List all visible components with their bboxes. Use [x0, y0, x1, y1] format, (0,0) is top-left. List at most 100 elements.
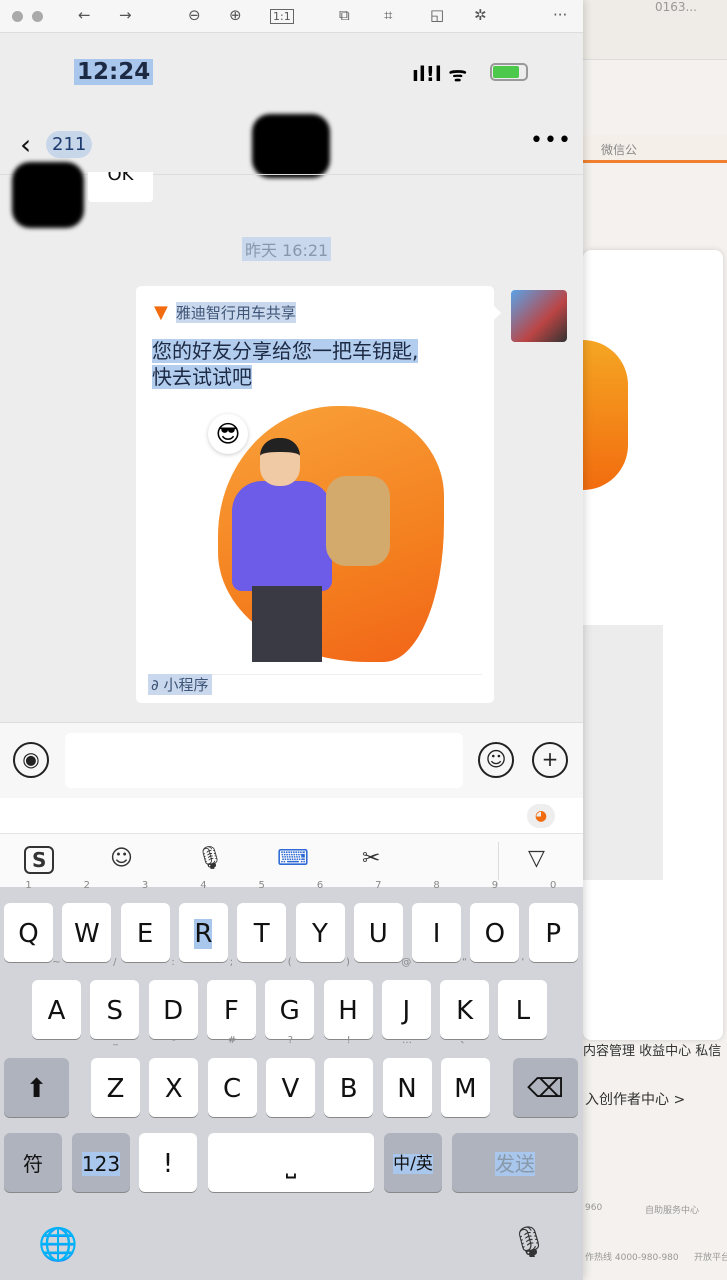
key-hint: 0 [550, 880, 557, 891]
emoji-panel-icon[interactable]: ☺ [110, 846, 133, 871]
zoom-in-icon[interactable]: ⊕ [229, 6, 242, 24]
key-q[interactable]: 1Q [4, 881, 53, 962]
scissors-icon[interactable]: ✂ [362, 846, 380, 871]
key-label: N [397, 1074, 417, 1104]
key-z[interactable]: _ Z [91, 1036, 140, 1117]
globe-icon[interactable]: 🌐 [38, 1225, 78, 1263]
bg-wechat-text: 微信公 [601, 143, 638, 157]
card-source-name: 雅迪智行用车共享 [175, 302, 296, 323]
bg-phone: 960 [585, 1203, 603, 1213]
redacted-avatar [12, 162, 84, 228]
key-h[interactable]: ) H [323, 958, 373, 1039]
battery-charging-icon [490, 63, 528, 81]
shift-key[interactable]: ⬆ [4, 1058, 69, 1117]
key-r[interactable]: 4R [178, 881, 228, 962]
key-k[interactable]: “K [440, 958, 490, 1039]
key-label: P [545, 919, 562, 949]
magic-wand-icon[interactable]: ✲ [474, 6, 487, 24]
key-n[interactable]: … N [382, 1036, 432, 1117]
key-hint: # [227, 1035, 237, 1046]
ime-mascot-icon[interactable]: ◕ [527, 804, 555, 828]
more-icon[interactable]: ··· [553, 6, 567, 24]
delete-key[interactable]: ⌫ [513, 1058, 578, 1117]
key-label: 中/英 [393, 1154, 433, 1174]
rotate-icon[interactable]: ◱ [430, 6, 444, 24]
mini-program-card[interactable]: ▼ 雅迪智行用车共享 您的好友分享给您一把车钥匙, 快去试试吧 😎 ∂ 小程序 [136, 286, 494, 703]
key-label: C [223, 1074, 242, 1104]
key-l[interactable]: ‘L [498, 958, 548, 1039]
bg-open-platform[interactable]: 开放平台 [694, 1250, 727, 1263]
key-p[interactable]: 0P [528, 881, 578, 962]
key-label: G [279, 996, 300, 1026]
microphone-icon[interactable]: 🎙 [196, 846, 224, 871]
key-label: H [338, 996, 358, 1026]
key-w[interactable]: 2W [62, 881, 112, 962]
key-y[interactable]: 6Y [295, 881, 345, 962]
translate-icon[interactable]: ⧉ [339, 6, 350, 24]
key-s[interactable]: / S [90, 958, 140, 1039]
key-c[interactable]: # C [207, 1036, 257, 1117]
unread-count-badge[interactable]: 211 [46, 131, 93, 158]
emoji-icon[interactable]: ☺ [478, 742, 514, 778]
key-g[interactable]: (G [265, 958, 315, 1039]
key-label: A [47, 996, 66, 1026]
ime-candidate-bar: ◕ [0, 798, 583, 833]
key-hint: ; [229, 957, 234, 968]
key-label: K [456, 996, 474, 1026]
key-hint: _ [113, 1035, 118, 1046]
status-time: 12:24 [74, 59, 154, 85]
key-i[interactable]: 8I [412, 881, 462, 962]
back-arrow-icon[interactable]: ← [78, 6, 91, 24]
key-f[interactable]: ; F [206, 958, 256, 1039]
key-hint: @ [401, 957, 412, 968]
person-legs [252, 586, 322, 662]
zoom-out-icon[interactable]: ⊖ [188, 6, 201, 24]
forward-arrow-icon[interactable]: → [119, 6, 132, 24]
close-icon[interactable] [12, 11, 23, 22]
card-source: ▼ 雅迪智行用车共享 [154, 302, 296, 323]
key-m[interactable]: 、 M [440, 1036, 490, 1117]
key-label: L [515, 996, 531, 1026]
key-label: E [136, 919, 154, 949]
back-chevron-icon[interactable]: ‹ [20, 128, 31, 161]
my-avatar[interactable] [511, 290, 567, 342]
redacted-chat-title [252, 114, 330, 178]
key-b[interactable]: ! B [324, 1036, 374, 1117]
key-hint: 4 [200, 880, 207, 891]
space-key[interactable]: ⎵ [208, 1133, 374, 1192]
bg-self-service[interactable]: 自助服务中心 [645, 1203, 699, 1216]
send-key[interactable]: 发送 [452, 1133, 578, 1192]
key-u[interactable]: 7U [353, 881, 403, 962]
card-title-line1: 您的好友分享给您一把车钥匙, [152, 339, 419, 363]
key-x[interactable]: -X [149, 1036, 199, 1117]
bg-creator-link[interactable]: 入创作者中心 > [585, 1089, 685, 1109]
minimize-icon[interactable] [32, 11, 43, 22]
hide-keyboard-icon[interactable]: ▽ [528, 846, 545, 871]
language-switch-key[interactable]: 中/英 [384, 1133, 442, 1192]
key-t[interactable]: 5T [237, 881, 287, 962]
message-input[interactable] [65, 733, 463, 788]
key-label: I [432, 919, 441, 949]
punctuation-key[interactable]: ! [139, 1133, 197, 1192]
key-d[interactable]: :D [148, 958, 198, 1039]
yadea-logo-icon: ▼ [154, 302, 168, 323]
message-bubble-prev: OK [88, 172, 153, 202]
crop-icon[interactable]: ⌗ [384, 6, 392, 24]
voice-input-icon[interactable]: ◉ [13, 742, 49, 778]
key-a[interactable]: ~ A [32, 958, 81, 1039]
numbers-key[interactable]: 123 [72, 1133, 130, 1192]
chat-more-button[interactable]: ••• [530, 128, 572, 153]
symbol-key[interactable]: 符 [4, 1133, 62, 1192]
dictation-mic-icon[interactable]: 🎙 [510, 1225, 548, 1260]
sogou-logo-icon[interactable]: S [24, 846, 55, 874]
key-j[interactable]: @ J [381, 958, 431, 1039]
key-v[interactable]: ? V [265, 1036, 315, 1117]
actual-size-icon[interactable]: 1:1 [270, 9, 294, 24]
key-o[interactable]: 9O [470, 881, 520, 962]
key-label: B [339, 1074, 358, 1104]
key-hint: ) [346, 957, 350, 968]
bg-hotline: 作热线 4000-980-980 [585, 1253, 679, 1263]
plus-icon[interactable]: + [532, 742, 568, 778]
keyboard-icon[interactable]: ⌨ [277, 846, 309, 871]
key-e[interactable]: 3E [120, 881, 170, 962]
